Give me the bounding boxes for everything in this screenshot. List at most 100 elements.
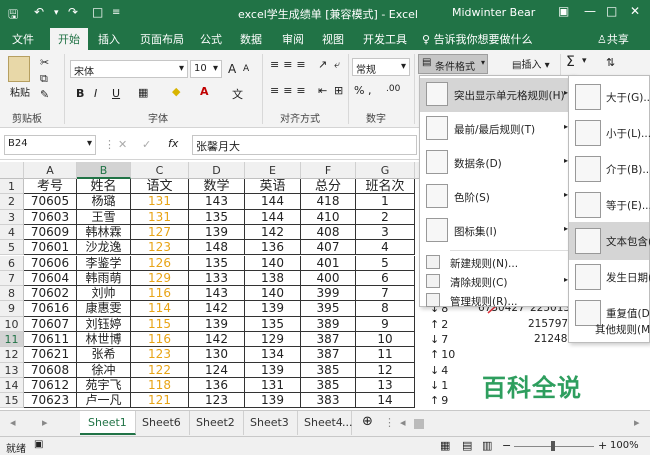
header-cell[interactable]: 考号 bbox=[24, 179, 77, 195]
redo-icon[interactable]: ↷ bbox=[68, 5, 78, 19]
table-cell[interactable]: 121 bbox=[131, 393, 189, 409]
minimize-icon[interactable]: — bbox=[584, 4, 596, 18]
header-cell[interactable]: 数学 bbox=[189, 179, 245, 195]
insert-function-button[interactable]: fx bbox=[168, 137, 178, 150]
table-cell[interactable]: 139 bbox=[189, 316, 245, 332]
table-cell[interactable]: 70621 bbox=[24, 347, 77, 363]
table-cell[interactable]: 131 bbox=[131, 194, 189, 210]
font-name-select[interactable]: 宋体 ▾ bbox=[70, 60, 188, 78]
table-cell[interactable]: 7 bbox=[356, 286, 415, 302]
tab-home[interactable]: 开始 bbox=[50, 28, 88, 50]
submenu-item[interactable]: 发生日期(A)... bbox=[569, 258, 650, 296]
table-cell[interactable]: 杨璐 bbox=[77, 194, 131, 210]
sheet-tab-sheet2[interactable]: Sheet2 bbox=[188, 411, 244, 435]
table-cell[interactable]: 135 bbox=[245, 316, 301, 332]
table-cell[interactable]: 385 bbox=[301, 362, 356, 378]
table-cell[interactable]: 70608 bbox=[24, 362, 77, 378]
row-header-5[interactable]: 5 bbox=[0, 240, 24, 256]
table-cell[interactable]: 李鉴学 bbox=[77, 255, 131, 271]
new-doc-icon[interactable]: □ bbox=[92, 5, 103, 19]
header-cell[interactable]: 姓名 bbox=[77, 179, 131, 195]
table-cell[interactable]: 卢一凡 bbox=[77, 393, 131, 409]
zoom-in-icon[interactable]: + bbox=[598, 439, 607, 452]
table-cell[interactable]: 70606 bbox=[24, 255, 77, 271]
name-box[interactable]: B24 ▾ bbox=[4, 135, 96, 155]
table-cell[interactable]: 400 bbox=[301, 270, 356, 287]
grow-font-button[interactable]: A bbox=[228, 62, 236, 76]
table-cell[interactable]: 70623 bbox=[24, 393, 77, 409]
zoom-slider-thumb[interactable] bbox=[551, 441, 555, 451]
table-cell[interactable]: 70616 bbox=[24, 301, 77, 317]
submenu-item[interactable]: 介于(B)... bbox=[569, 150, 650, 188]
page-layout-view-icon[interactable]: ▤ bbox=[462, 439, 472, 452]
top-align-icons[interactable]: ≡≡≡ bbox=[270, 58, 310, 71]
table-cell[interactable]: 136 bbox=[245, 240, 301, 256]
table-cell[interactable]: 134 bbox=[245, 347, 301, 363]
format-painter-icon[interactable]: ✎ bbox=[40, 88, 49, 101]
table-cell[interactable]: 408 bbox=[301, 224, 356, 241]
decimal-icon[interactable]: .00 bbox=[386, 84, 400, 94]
table-cell[interactable]: 142 bbox=[189, 301, 245, 317]
submenu-item[interactable]: 小于(L)... bbox=[569, 114, 650, 152]
column-header-f[interactable]: F bbox=[301, 162, 356, 179]
maximize-icon[interactable]: □ bbox=[606, 4, 617, 18]
table-cell[interactable]: 122 bbox=[131, 362, 189, 378]
paste-button[interactable]: 粘贴 bbox=[10, 84, 30, 99]
tab-review[interactable]: 审阅 bbox=[282, 31, 304, 47]
table-cell[interactable]: 116 bbox=[131, 332, 189, 348]
table-cell[interactable]: 13 bbox=[356, 377, 415, 394]
table-cell[interactable]: 135 bbox=[189, 209, 245, 225]
italic-button[interactable]: I bbox=[94, 87, 97, 100]
sheet-tab-sheet3[interactable]: Sheet3 bbox=[242, 411, 298, 435]
table-cell[interactable]: 139 bbox=[245, 393, 301, 409]
submenu-item[interactable]: 等于(E)... bbox=[569, 186, 650, 224]
page-break-view-icon[interactable]: ▥ bbox=[482, 439, 492, 452]
table-cell[interactable]: 144 bbox=[245, 194, 301, 210]
table-cell[interactable]: 138 bbox=[245, 270, 301, 287]
split-icon[interactable]: ⋮ bbox=[384, 416, 395, 429]
table-cell[interactable]: 70612 bbox=[24, 377, 77, 394]
tab-formulas[interactable]: 公式 bbox=[200, 31, 222, 47]
submenu-item[interactable]: 大于(G)... bbox=[569, 78, 650, 116]
table-cell[interactable]: 129 bbox=[245, 332, 301, 348]
ribbon-display-icon[interactable]: ▣ bbox=[558, 4, 569, 18]
table-cell[interactable]: 刘帅 bbox=[77, 286, 131, 302]
tab-developer[interactable]: 开发工具 bbox=[363, 31, 407, 47]
tab-data[interactable]: 数据 bbox=[240, 31, 262, 47]
cf-menu-item[interactable]: 色阶(S) ▸ bbox=[420, 180, 574, 214]
table-cell[interactable]: 131 bbox=[131, 209, 189, 225]
row-header-10[interactable]: 10 bbox=[0, 316, 24, 332]
table-cell[interactable]: 399 bbox=[301, 286, 356, 302]
hscroll-thumb[interactable] bbox=[414, 419, 424, 429]
indent-icon[interactable]: ⇤ bbox=[318, 84, 327, 97]
column-header-c[interactable]: C bbox=[131, 162, 189, 179]
table-cell[interactable]: 韩雨萌 bbox=[77, 270, 131, 287]
row-header-4[interactable]: 4 bbox=[0, 224, 24, 241]
table-cell[interactable]: 116 bbox=[131, 286, 189, 302]
tab-file[interactable]: 文件 bbox=[12, 31, 34, 47]
table-cell[interactable]: 130 bbox=[189, 347, 245, 363]
table-cell[interactable]: 143 bbox=[189, 286, 245, 302]
row-header-3[interactable]: 3 bbox=[0, 209, 24, 225]
hscroll-right-icon[interactable]: ▸ bbox=[634, 416, 640, 429]
conditional-format-button[interactable]: ▤ 条件格式 ▾ bbox=[418, 54, 488, 74]
copy-icon[interactable]: ⧉ bbox=[40, 72, 48, 86]
percent-icon[interactable]: % , bbox=[354, 84, 371, 97]
row-header-8[interactable]: 8 bbox=[0, 286, 24, 302]
row-header-7[interactable]: 7 bbox=[0, 270, 24, 287]
table-cell[interactable]: 139 bbox=[245, 362, 301, 378]
table-cell[interactable]: 10 bbox=[356, 332, 415, 348]
table-cell[interactable]: 410 bbox=[301, 209, 356, 225]
normal-view-icon[interactable]: ▦ bbox=[440, 439, 450, 452]
table-cell[interactable]: 135 bbox=[189, 255, 245, 271]
table-cell[interactable]: 6 bbox=[356, 270, 415, 287]
bold-button[interactable]: B bbox=[76, 87, 84, 100]
column-header-e[interactable]: E bbox=[245, 162, 301, 179]
fill-color-icon[interactable]: ◆ bbox=[172, 85, 180, 98]
table-cell[interactable]: 115 bbox=[131, 316, 189, 332]
table-cell[interactable]: 140 bbox=[245, 255, 301, 271]
table-cell[interactable]: 139 bbox=[245, 301, 301, 317]
font-size-select[interactable]: 10 ▾ bbox=[190, 60, 222, 78]
table-cell[interactable]: 张希 bbox=[77, 347, 131, 363]
table-cell[interactable]: 林世博 bbox=[77, 332, 131, 348]
